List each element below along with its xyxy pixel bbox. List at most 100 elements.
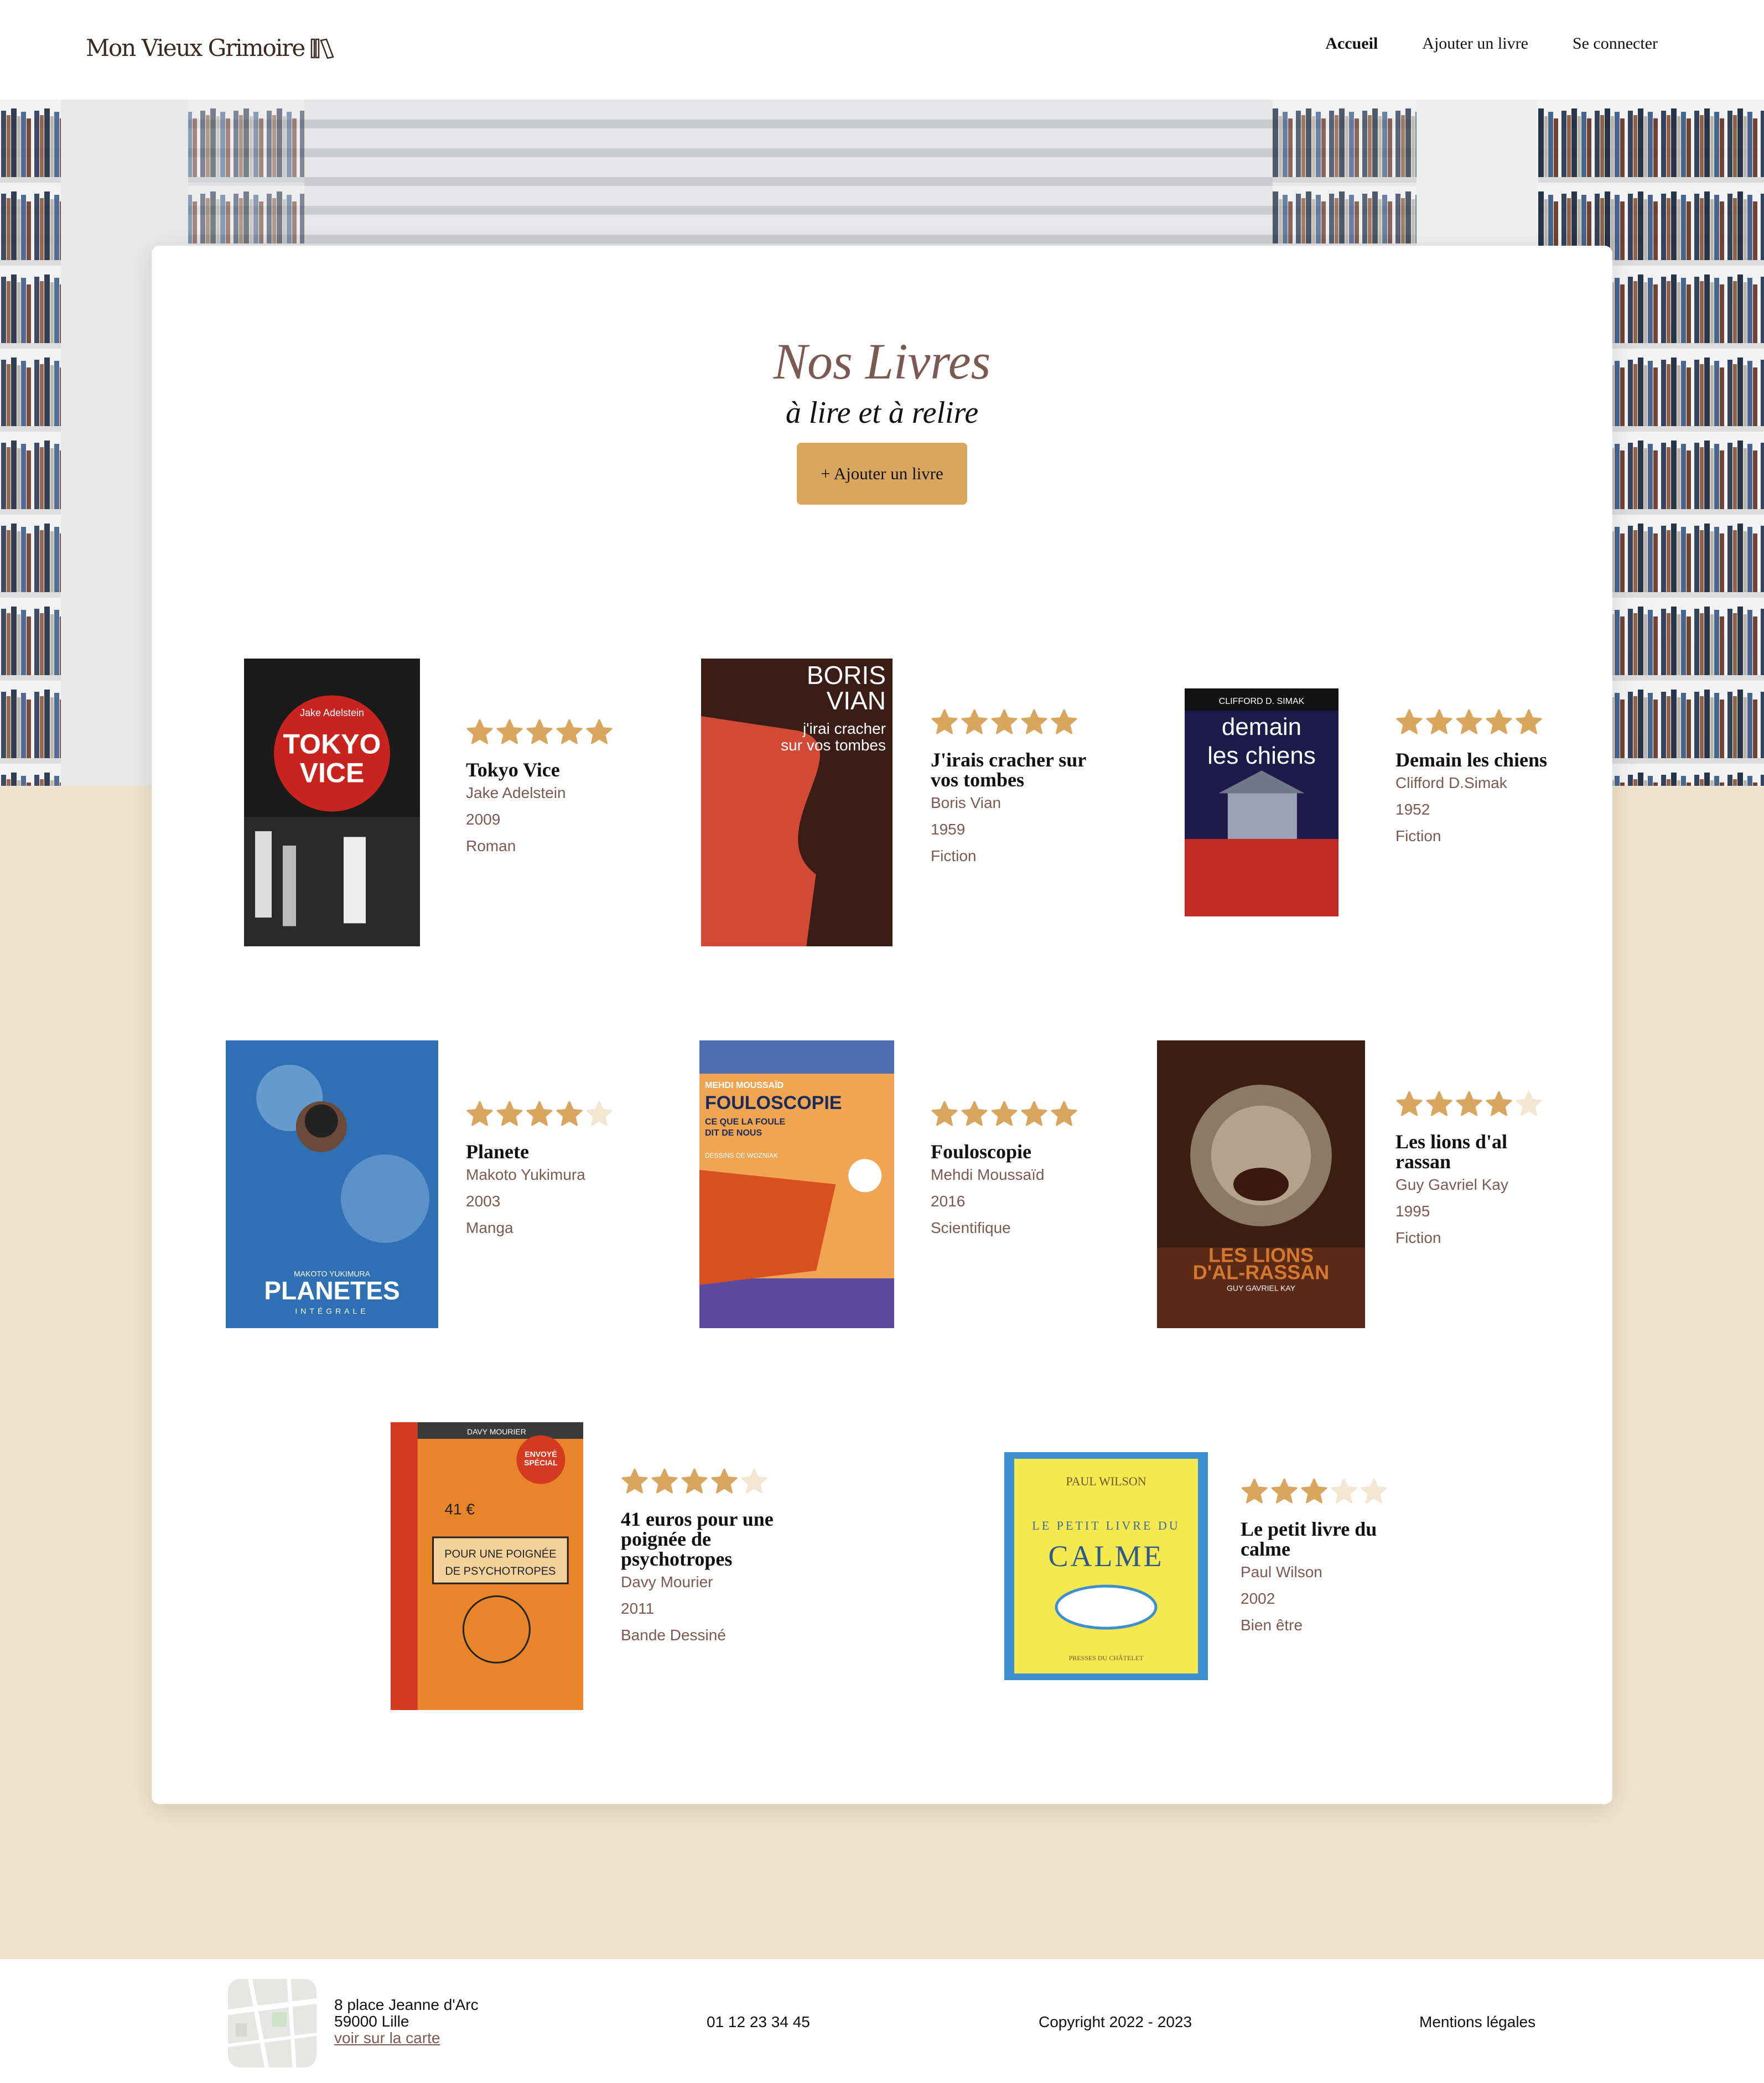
book-info: Le petit livre du calme Paul Wilson 2002 Bi… xyxy=(1241,1478,1407,1639)
svg-text:SPÉCIAL: SPÉCIAL xyxy=(524,1458,558,1467)
footer-legal-link[interactable]: Mentions légales xyxy=(1419,2013,1535,2031)
book-author: Mehdi Moussaïd xyxy=(931,1166,1045,1183)
footer-address: 8 place Jeanne d'Arc 59000 Lille voir su… xyxy=(334,1997,479,2046)
book-year: 1959 xyxy=(931,821,966,838)
books-card: Nos Livres à lire et à relire + Ajouter … xyxy=(152,246,1612,1804)
book-info: Demain les chiens Clifford D.Simak 1952 Fic… xyxy=(1395,708,1561,849)
svg-text:les chiens: les chiens xyxy=(1207,742,1316,769)
book-author: Guy Gavriel Kay xyxy=(1395,1176,1508,1193)
star-filled-icon xyxy=(556,1100,585,1131)
star-filled-icon xyxy=(651,1468,681,1498)
book-cover-image[interactable]: MAKOTO YUKIMURA PLANETES INTÉGRALE xyxy=(226,1040,438,1328)
book-cover-image[interactable]: DAVY MOURIER ENVOYÉ SPÉCIAL 41 € POUR UNE PO… xyxy=(391,1422,583,1710)
star-filled-icon xyxy=(1485,1090,1515,1121)
book-title: Planete xyxy=(466,1141,529,1163)
map-thumbnail[interactable] xyxy=(228,1979,317,2068)
svg-text:MEHDI MOUSSAÏD: MEHDI MOUSSAÏD xyxy=(705,1080,784,1090)
nav-accueil[interactable]: Accueil xyxy=(1325,34,1378,53)
book-title: Les lions d'al rassan xyxy=(1395,1131,1508,1173)
book-cover-image[interactable]: MEHDI MOUSSAÏD FOULOSCOPIE CE QUE LA FOULE… xyxy=(699,1040,894,1328)
book-author: Boris Vian xyxy=(931,794,1002,811)
book-author: Clifford D.Simak xyxy=(1395,774,1507,791)
star-filled-icon xyxy=(1020,1100,1050,1131)
book-title: Demain les chiens xyxy=(1395,749,1547,771)
star-filled-icon xyxy=(526,718,556,749)
site-header: Mon Vieux Grimoire Accueil Ajouter un li… xyxy=(0,0,1764,100)
page-subtitle: à lire et à relire xyxy=(785,396,979,430)
book-cover-image[interactable]: BORIS VIAN j'irai cracher sur vos tombes xyxy=(701,659,893,946)
map-link[interactable]: voir sur la carte xyxy=(334,2029,440,2046)
svg-text:41 €: 41 € xyxy=(444,1500,475,1517)
book-title: Fouloscopie xyxy=(931,1141,1032,1163)
book-author: Jake Adelstein xyxy=(466,784,566,801)
book-year: 2003 xyxy=(466,1193,501,1210)
svg-text:PLANETES: PLANETES xyxy=(264,1276,400,1305)
book-info: Les lions d'al rassan Guy Gavriel Kay 1995… xyxy=(1395,1090,1561,1251)
svg-text:TOKYO: TOKYO xyxy=(283,729,381,760)
svg-text:PRESSES DU CHÂTELET: PRESSES DU CHÂTELET xyxy=(1069,1654,1144,1662)
svg-text:DE PSYCHOTROPES: DE PSYCHOTROPES xyxy=(445,1566,556,1578)
rating-stars xyxy=(621,1468,787,1498)
book-title: Le petit livre du calme xyxy=(1241,1518,1377,1560)
star-filled-icon xyxy=(496,718,526,749)
svg-text:CE QUE LA FOULE: CE QUE LA FOULE xyxy=(705,1117,786,1127)
star-filled-icon xyxy=(1425,1090,1455,1121)
svg-text:sur vos tombes: sur vos tombes xyxy=(781,737,886,754)
star-filled-icon xyxy=(466,1100,496,1131)
star-filled-icon xyxy=(1241,1478,1270,1508)
book-genre: Fiction xyxy=(1395,1229,1441,1246)
star-filled-icon xyxy=(710,1468,740,1498)
book-cover-image[interactable]: CLIFFORD D. SIMAK demain les chiens xyxy=(1185,688,1338,916)
nav-ajouter-livre[interactable]: Ajouter un livre xyxy=(1422,34,1528,53)
book-logo-icon xyxy=(310,38,334,59)
book-cover-image[interactable]: LES LIONS D'AL-RASSAN GUY GAVRIEL KAY xyxy=(1157,1040,1365,1328)
star-filled-icon xyxy=(526,1100,556,1131)
book-title: J'irais cracher sur vos tombes xyxy=(931,749,1086,791)
book-genre: Bande Dessiné xyxy=(621,1626,726,1644)
rating-stars xyxy=(466,1100,632,1131)
rating-stars xyxy=(466,718,632,749)
svg-text:LE PETIT LIVRE DU: LE PETIT LIVRE DU xyxy=(1032,1519,1180,1532)
book-year: 2002 xyxy=(1241,1590,1275,1607)
book-info: 41 euros pour une poignée de psychotrope… xyxy=(621,1468,787,1649)
book-title: 41 euros pour une poignée de psychotrope… xyxy=(621,1508,774,1570)
star-empty-icon xyxy=(585,1100,615,1131)
svg-text:GUY GAVRIEL KAY: GUY GAVRIEL KAY xyxy=(1227,1283,1296,1292)
page-title: Nos Livres xyxy=(773,333,991,390)
star-filled-icon xyxy=(1300,1478,1330,1508)
book-genre: Roman xyxy=(466,837,516,854)
book-author: Davy Mourier xyxy=(621,1573,713,1590)
address-line-2: 59000 Lille xyxy=(334,2013,409,2030)
rating-stars xyxy=(1395,708,1561,739)
star-filled-icon xyxy=(1455,1090,1485,1121)
svg-text:CLIFFORD D. SIMAK: CLIFFORD D. SIMAK xyxy=(1219,697,1305,706)
svg-text:FOULOSCOPIE: FOULOSCOPIE xyxy=(705,1092,842,1113)
star-filled-icon xyxy=(1455,708,1485,739)
star-filled-icon xyxy=(1485,708,1515,739)
book-year: 2011 xyxy=(621,1600,655,1617)
book-year: 2009 xyxy=(466,811,501,828)
star-filled-icon xyxy=(621,1468,651,1498)
map-icon xyxy=(228,1979,317,2068)
book-cover-image[interactable]: Jake Adelstein TOKYO VICE xyxy=(244,659,420,946)
book-title: Tokyo Vice xyxy=(466,759,560,781)
book-cover-image[interactable]: PAUL WILSON LE PETIT LIVRE DU CALME PRESSES… xyxy=(1004,1452,1208,1680)
svg-text:DIT DE NOUS: DIT DE NOUS xyxy=(705,1128,762,1138)
svg-text:D'AL-RASSAN: D'AL-RASSAN xyxy=(1193,1261,1330,1284)
svg-text:CALME: CALME xyxy=(1049,1540,1164,1573)
site-logo[interactable]: Mon Vieux Grimoire xyxy=(86,34,335,61)
star-filled-icon xyxy=(496,1100,526,1131)
svg-text:j'irai cracher: j'irai cracher xyxy=(802,720,886,737)
star-filled-icon xyxy=(1395,708,1425,739)
star-empty-icon xyxy=(740,1468,770,1498)
star-filled-icon xyxy=(1515,708,1545,739)
add-book-button[interactable]: + Ajouter un livre xyxy=(797,443,967,505)
star-filled-icon xyxy=(1050,708,1080,739)
logo-text: Mon Vieux Grimoire xyxy=(86,34,305,61)
footer-copyright: Copyright 2022 - 2023 xyxy=(1039,2013,1192,2030)
book-author: Paul Wilson xyxy=(1241,1563,1322,1581)
address-line-1: 8 place Jeanne d'Arc xyxy=(334,1996,479,2013)
star-filled-icon xyxy=(931,1100,961,1131)
nav-se-connecter[interactable]: Se connecter xyxy=(1573,34,1658,53)
rating-stars xyxy=(931,708,1097,739)
